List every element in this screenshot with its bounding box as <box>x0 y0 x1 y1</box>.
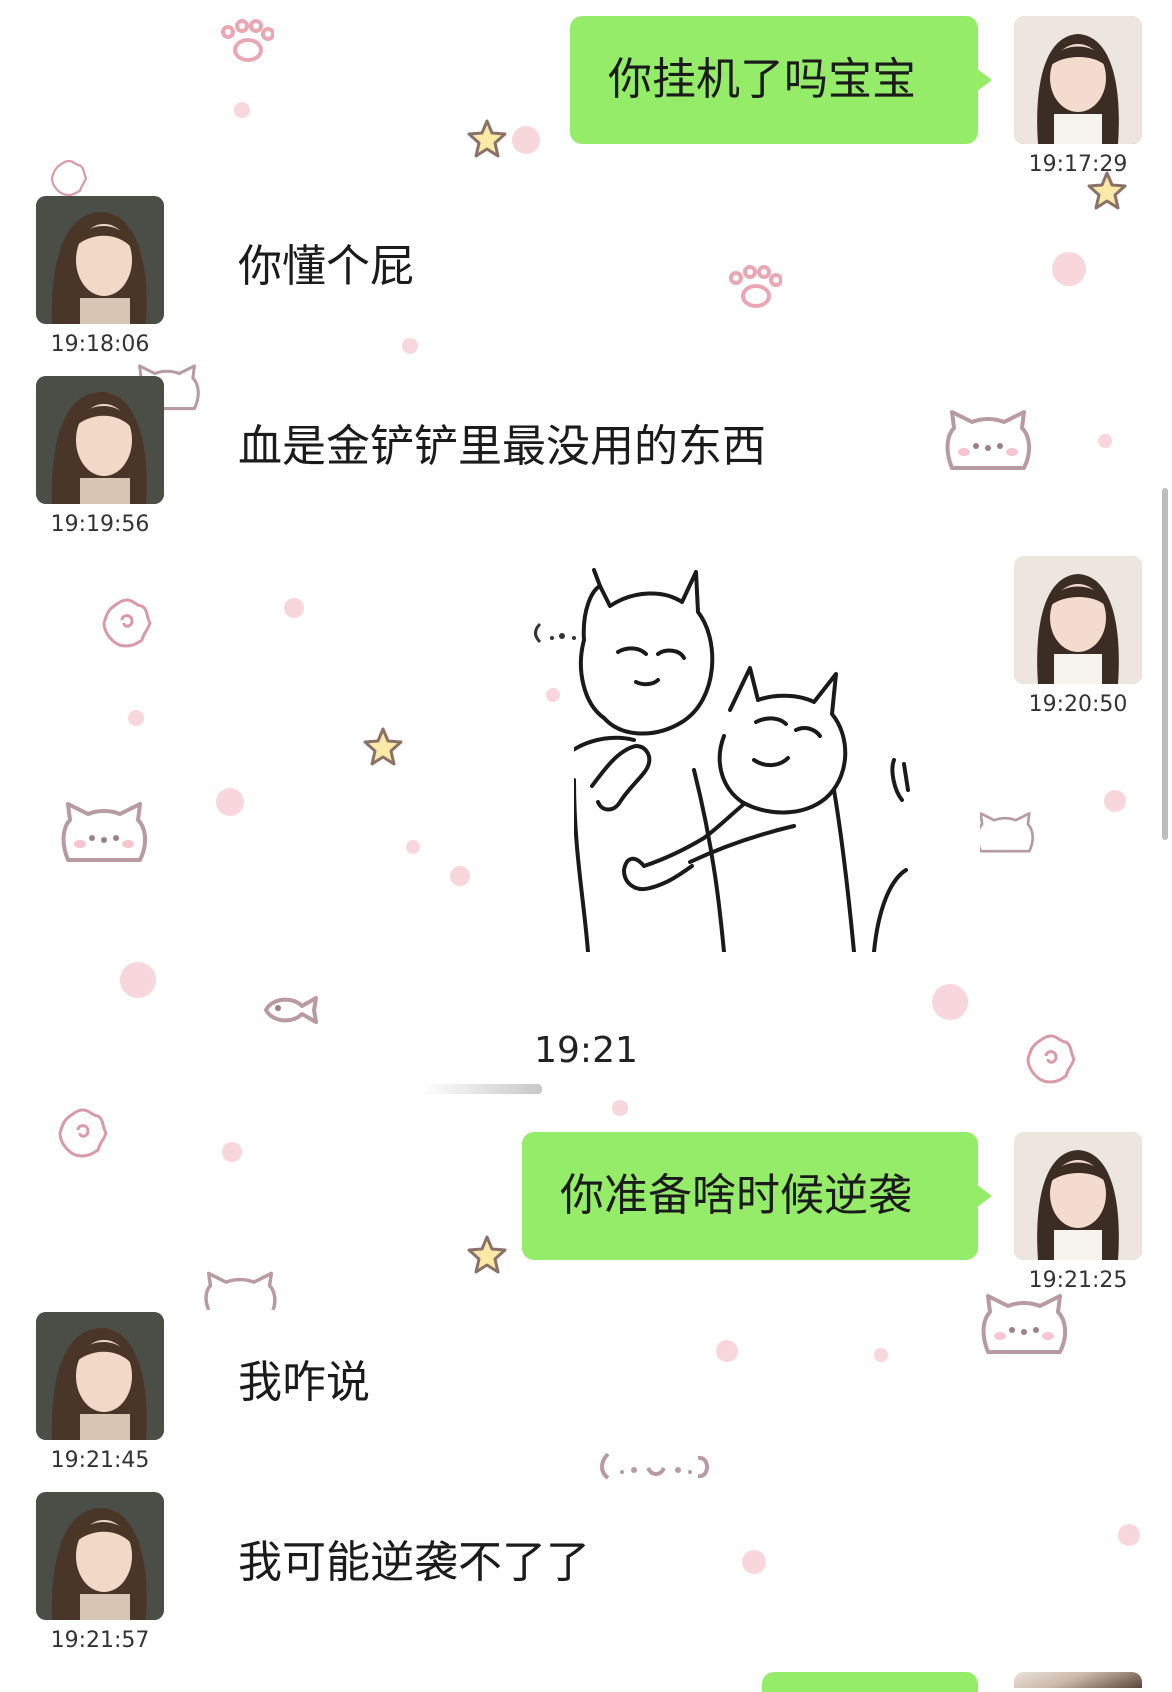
flower-icon <box>102 598 152 648</box>
timestamp: 19:21:45 <box>50 1448 150 1473</box>
fish-icon <box>264 996 318 1024</box>
timestamp: 19:19:56 <box>50 512 150 537</box>
timestamp: 19:20:50 <box>1028 692 1128 717</box>
cat-face-icon <box>945 410 1031 470</box>
timestamp: 19:21:57 <box>50 1628 150 1653</box>
avatar[interactable] <box>1014 556 1142 684</box>
message-text[interactable]: 血是金铲铲里最没用的东西 <box>238 410 766 474</box>
star-icon <box>467 1235 507 1274</box>
message-text[interactable]: 我咋说 <box>238 1346 370 1410</box>
star-icon <box>363 727 403 766</box>
cat-face-icon <box>61 802 147 862</box>
paw-icon <box>729 265 782 308</box>
star-icon <box>467 119 507 158</box>
avatar[interactable] <box>36 1492 164 1620</box>
timestamp: 19:17:29 <box>1028 152 1128 177</box>
next-message-bubble-partial[interactable] <box>762 1672 978 1692</box>
timestamp: 19:18:06 <box>50 332 150 357</box>
divider-underline <box>420 1084 542 1094</box>
timestamp: 19:21:25 <box>1028 1268 1128 1293</box>
message-text[interactable]: 我可能逆袭不了了 <box>238 1526 590 1590</box>
avatar[interactable] <box>1014 1672 1142 1688</box>
message-bubble[interactable]: 你挂机了吗宝宝 <box>570 16 992 144</box>
cat-face-icon <box>976 812 1034 853</box>
avatar[interactable] <box>36 376 164 504</box>
kaomoji-decoration <box>600 1452 709 1480</box>
flower-icon <box>50 159 88 197</box>
flower-icon <box>58 1108 108 1158</box>
message-bubble[interactable]: 你准备啥时候逆袭 <box>522 1132 992 1260</box>
avatar[interactable] <box>1014 16 1142 144</box>
divider-timestamp: 19:21 <box>534 1030 638 1071</box>
scrollbar[interactable] <box>1162 488 1168 840</box>
paw-icon <box>221 19 274 62</box>
cat-face-icon <box>204 1271 277 1310</box>
avatar[interactable] <box>1014 1132 1142 1260</box>
avatar[interactable] <box>36 1312 164 1440</box>
avatar[interactable] <box>36 196 164 324</box>
cat-face-icon <box>981 1294 1067 1354</box>
two-cats-hugging-sticker[interactable] <box>548 550 980 954</box>
message-text[interactable]: 你懂个屁 <box>238 230 414 294</box>
